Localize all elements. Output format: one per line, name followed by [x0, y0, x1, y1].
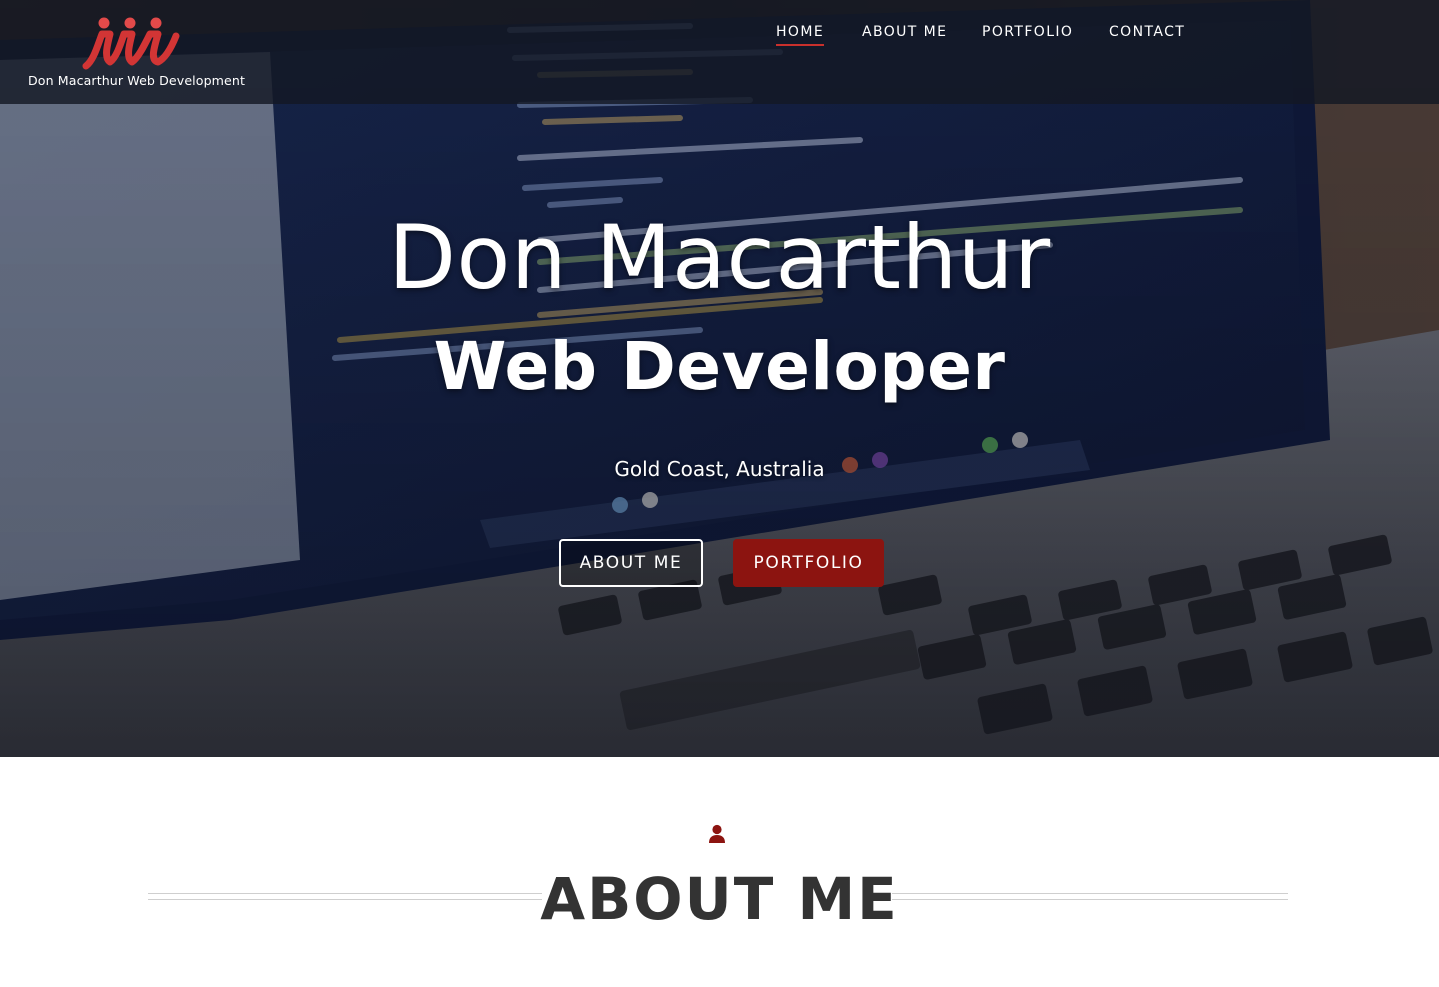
nav-home[interactable]: HOME: [776, 22, 825, 46]
hero-subtitle: Web Developer: [433, 328, 1006, 405]
nav-portfolio[interactable]: PORTFOLIO: [982, 22, 1073, 42]
site-logo[interactable]: Don Macarthur Web Development: [28, 14, 246, 94]
site-name: Don Macarthur Web Development: [28, 73, 246, 88]
mw-monogram-logo-icon: [82, 17, 180, 70]
hero-location: Gold Coast, Australia: [614, 457, 825, 481]
nav-about-me[interactable]: ABOUT ME: [862, 22, 947, 42]
hero-section: Don Macarthur Web Development HOME ABOUT…: [0, 0, 1439, 757]
portfolio-button[interactable]: PORTFOLIO: [733, 539, 884, 587]
about-section: ABOUT ME: [0, 757, 1439, 987]
nav-contact[interactable]: CONTACT: [1109, 22, 1185, 42]
heading-divider-right: [892, 893, 1288, 901]
hero-title: Don Macarthur: [388, 206, 1051, 309]
user-icon: [709, 824, 725, 843]
about-me-button[interactable]: ABOUT ME: [559, 539, 703, 587]
top-navbar: Don Macarthur Web Development HOME ABOUT…: [0, 0, 1439, 104]
